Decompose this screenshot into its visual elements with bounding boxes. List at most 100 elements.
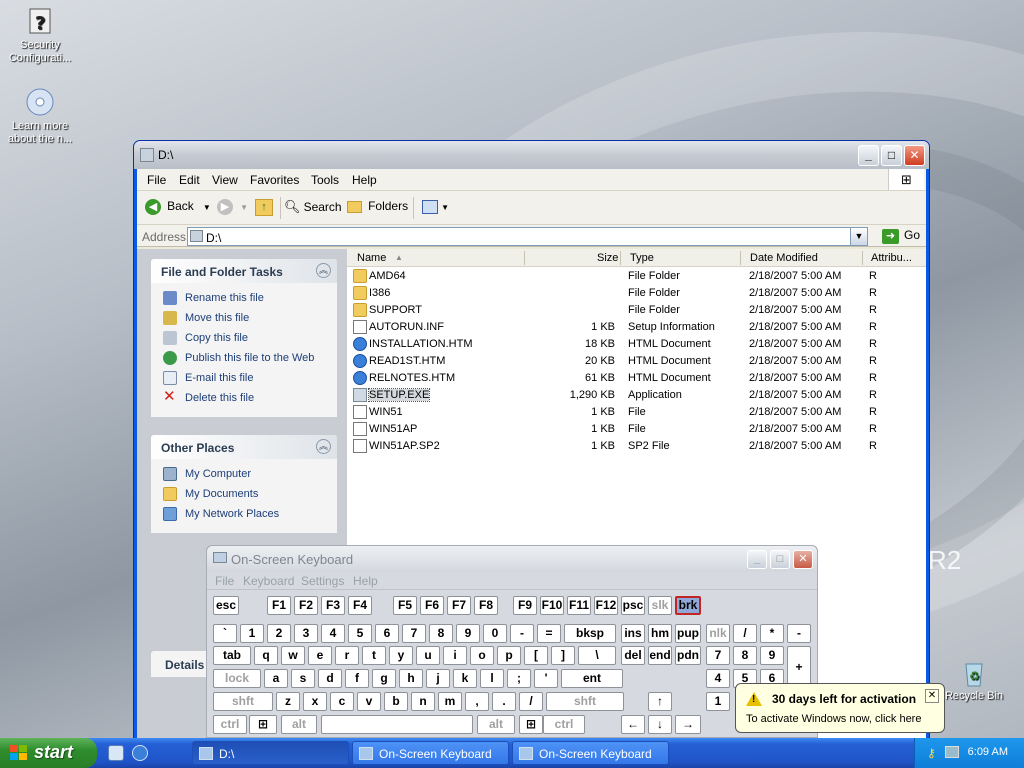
folders-button[interactable]: Folders [347, 199, 408, 214]
column-separator[interactable] [524, 251, 525, 265]
key-pdn[interactable]: pdn [675, 646, 701, 665]
key-2[interactable]: 2 [267, 624, 291, 643]
arrow-up-key[interactable]: ↑ [648, 692, 672, 711]
key-4[interactable]: 4 [706, 669, 730, 688]
key-lock[interactable]: lock [213, 669, 261, 688]
address-dropdown-button[interactable]: ▼ [850, 228, 867, 245]
task-rename[interactable]: Rename this file [163, 289, 337, 309]
views-button[interactable]: ▼ [422, 200, 449, 214]
taskbar-item-osk-2[interactable]: On-Screen Keyboard [512, 741, 669, 765]
internet-explorer-icon[interactable] [132, 745, 148, 761]
file-row[interactable]: AUTORUN.INF 1 KB Setup Information 2/18/200… [347, 319, 926, 336]
key-8[interactable]: 8 [733, 646, 757, 665]
place-my-computer[interactable]: My Computer [163, 465, 337, 485]
key-F2[interactable]: F2 [294, 596, 318, 615]
key-ent[interactable]: ent [561, 669, 623, 688]
column-type[interactable]: Type [630, 252, 654, 264]
key-brk[interactable]: brk [675, 596, 701, 615]
key-alt[interactable]: alt [477, 715, 515, 734]
key-del[interactable]: del [621, 646, 645, 665]
task-move[interactable]: Move this file [163, 309, 337, 329]
key-k[interactable]: k [453, 669, 477, 688]
go-button[interactable]: ➜ Go [881, 228, 920, 244]
balloon-link[interactable]: To activate Windows now, click here [746, 713, 921, 725]
key-d[interactable]: d [318, 669, 342, 688]
key-v[interactable]: v [357, 692, 381, 711]
file-row[interactable]: INSTALLATION.HTM 18 KB HTML Document 2/18/2… [347, 336, 926, 353]
column-separator[interactable] [862, 251, 863, 265]
file-row[interactable]: READ1ST.HTM 20 KB HTML Document 2/18/2007 5… [347, 353, 926, 370]
key-sym13[interactable]: \ [578, 646, 616, 665]
key-F5[interactable]: F5 [393, 596, 417, 615]
key-0[interactable]: 0 [483, 624, 507, 643]
key-pup[interactable]: pup [675, 624, 701, 643]
osk-menu-keyboard[interactable]: Keyboard [243, 574, 294, 588]
key-nlk[interactable]: nlk [706, 624, 730, 643]
key-g[interactable]: g [372, 669, 396, 688]
key-F3[interactable]: F3 [321, 596, 345, 615]
arrow-right-key[interactable]: → [675, 715, 701, 734]
key-ctrl[interactable]: ctrl [213, 715, 247, 734]
task-publish[interactable]: Publish this file to the Web [163, 349, 337, 369]
key-c[interactable]: c [330, 692, 354, 711]
key-sym11[interactable]: ' [534, 669, 558, 688]
key-F12[interactable]: F12 [594, 596, 618, 615]
taskbar-item-osk-1[interactable]: On-Screen Keyboard [352, 741, 509, 765]
key-F11[interactable]: F11 [567, 596, 591, 615]
key-q[interactable]: q [254, 646, 278, 665]
minimize-button[interactable]: _ [858, 145, 879, 166]
menu-help[interactable]: Help [352, 173, 377, 187]
key-n[interactable]: n [411, 692, 435, 711]
key-sym0[interactable]: ` [213, 624, 237, 643]
key-l[interactable]: l [480, 669, 504, 688]
key-F7[interactable]: F7 [447, 596, 471, 615]
spacebar-key[interactable] [321, 715, 473, 734]
clock[interactable]: 6:09 AM [968, 746, 1008, 758]
activation-key-icon[interactable]: ⚷ [927, 746, 936, 760]
left-windows-key[interactable]: ⊞ [249, 715, 277, 734]
key-shft[interactable]: shft [546, 692, 624, 711]
key-sym10[interactable]: / [519, 692, 543, 711]
key-sym18[interactable]: / [733, 624, 757, 643]
menu-tools[interactable]: Tools [311, 173, 339, 187]
right-windows-key[interactable]: ⊞ [519, 715, 543, 734]
file-row[interactable]: WIN51AP 1 KB File 2/18/2007 5:00 AM R [347, 421, 926, 438]
key-F4[interactable]: F4 [348, 596, 372, 615]
key-sym8[interactable]: , [465, 692, 489, 711]
file-row[interactable]: I386 File Folder 2/18/2007 5:00 AM R [347, 285, 926, 302]
key-sym11[interactable]: - [510, 624, 534, 643]
osk-menu-settings[interactable]: Settings [301, 574, 344, 588]
collapse-chevron-icon[interactable]: ︽ [316, 263, 331, 278]
close-button[interactable]: ✕ [904, 145, 925, 166]
key-F6[interactable]: F6 [420, 596, 444, 615]
column-size[interactable]: Size [597, 252, 618, 264]
key-esc[interactable]: esc [213, 596, 239, 615]
activation-balloon[interactable]: 30 days left for activation To activate … [735, 683, 945, 733]
file-row[interactable]: WIN51 1 KB File 2/18/2007 5:00 AM R [347, 404, 926, 421]
key-psc[interactable]: psc [621, 596, 645, 615]
key-sym10[interactable]: ; [507, 669, 531, 688]
key-3[interactable]: 3 [294, 624, 318, 643]
place-my-network[interactable]: My Network Places [163, 505, 337, 525]
key-4[interactable]: 4 [321, 624, 345, 643]
maximize-button[interactable]: □ [881, 145, 902, 166]
key-tab[interactable]: tab [213, 646, 251, 665]
desktop-icon-learn-more[interactable]: Learn more about the n... [0, 86, 80, 146]
key-9[interactable]: 9 [456, 624, 480, 643]
key-8[interactable]: 8 [429, 624, 453, 643]
column-separator[interactable] [620, 251, 621, 265]
menu-file[interactable]: File [147, 173, 166, 187]
key-a[interactable]: a [264, 669, 288, 688]
place-my-documents[interactable]: My Documents [163, 485, 337, 505]
file-row[interactable]: SETUP.EXE 1,290 KB Application 2/18/2007 5:… [347, 387, 926, 404]
menu-favorites[interactable]: Favorites [250, 173, 299, 187]
arrow-left-key[interactable]: ← [621, 715, 645, 734]
key-shft[interactable]: shft [213, 692, 273, 711]
balloon-close-button[interactable]: ✕ [925, 689, 939, 703]
address-input[interactable]: D:\ ▼ [187, 227, 868, 246]
key-sym19[interactable]: * [760, 624, 784, 643]
key-F8[interactable]: F8 [474, 596, 498, 615]
key-i[interactable]: i [443, 646, 467, 665]
key-sym11[interactable]: [ [524, 646, 548, 665]
key-9[interactable]: 9 [760, 646, 784, 665]
